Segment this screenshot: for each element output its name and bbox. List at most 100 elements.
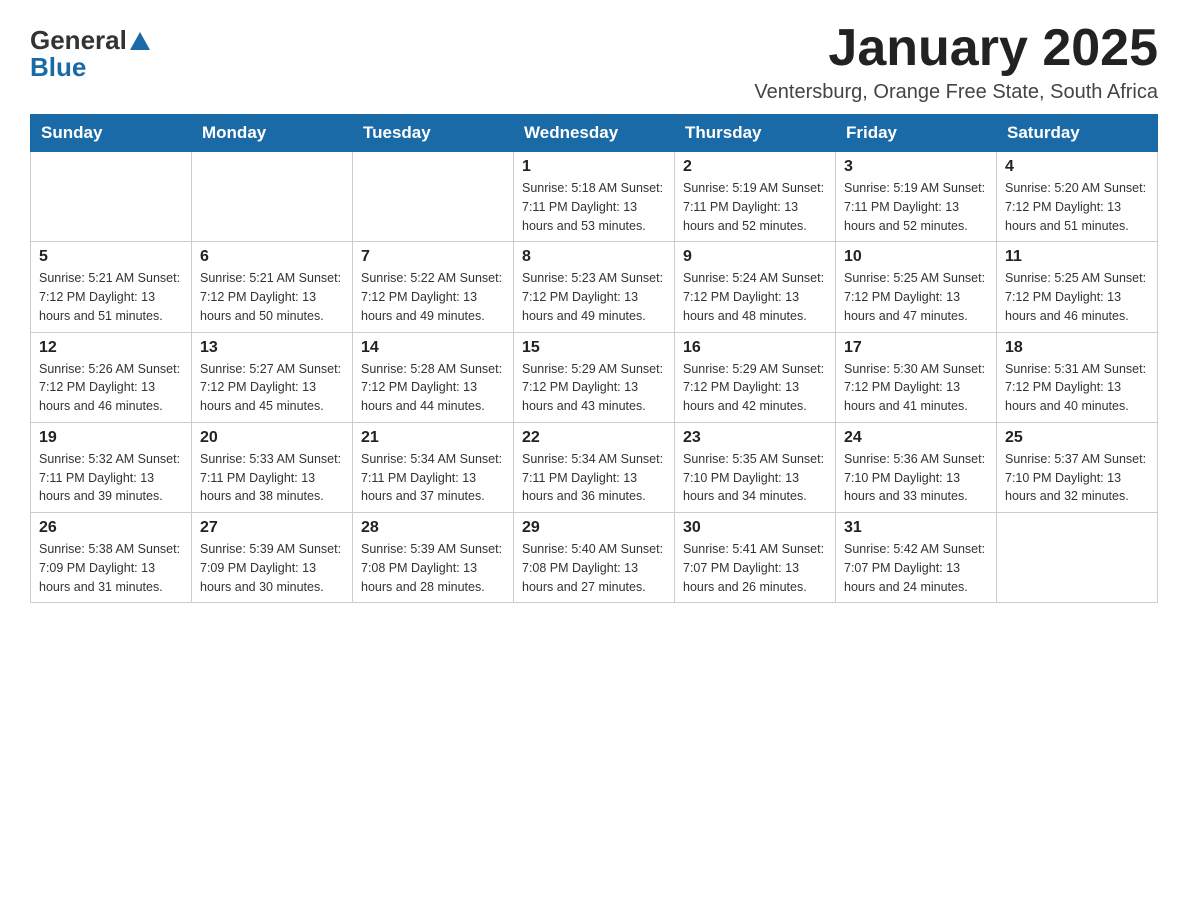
calendar-day-cell: 31 Sunrise: 5:42 AM Sunset: 7:07 PM Dayli… [836,513,997,603]
day-number: 23 [683,429,827,447]
day-number: 16 [683,339,827,357]
day-number: 25 [1005,429,1149,447]
day-of-week-header: Saturday [997,115,1158,152]
day-number: 28 [361,519,505,537]
calendar-week-row: 26 Sunrise: 5:38 AM Sunset: 7:09 PM Dayli… [31,513,1158,603]
day-number: 26 [39,519,183,537]
day-info: Sunrise: 5:34 AM Sunset: 7:11 PM Dayligh… [522,450,666,506]
calendar-day-cell [997,513,1158,603]
day-number: 29 [522,519,666,537]
day-number: 4 [1005,158,1149,176]
calendar-day-cell: 4 Sunrise: 5:20 AM Sunset: 7:12 PM Daylig… [997,152,1158,242]
day-number: 10 [844,248,988,266]
calendar-day-cell [31,152,192,242]
calendar-day-cell: 8 Sunrise: 5:23 AM Sunset: 7:12 PM Daylig… [514,242,675,332]
calendar-week-row: 5Sunrise: 5:21 AM Sunset: 7:12 PM Daylig… [31,242,1158,332]
calendar-day-cell: 26 Sunrise: 5:38 AM Sunset: 7:09 PM Dayli… [31,513,192,603]
calendar-day-cell: 11 Sunrise: 5:25 AM Sunset: 7:12 PM Dayli… [997,242,1158,332]
logo-triangle-icon [130,32,150,50]
day-of-week-header: Thursday [675,115,836,152]
day-number: 6 [200,248,344,266]
calendar-day-cell: 7 Sunrise: 5:22 AM Sunset: 7:12 PM Daylig… [353,242,514,332]
day-info: Sunrise: 5:19 AM Sunset: 7:11 PM Dayligh… [683,179,827,235]
calendar-day-cell: 25 Sunrise: 5:37 AM Sunset: 7:10 PM Dayli… [997,422,1158,512]
calendar-day-cell: 28 Sunrise: 5:39 AM Sunset: 7:08 PM Dayli… [353,513,514,603]
calendar-day-cell: 18 Sunrise: 5:31 AM Sunset: 7:12 PM Dayli… [997,332,1158,422]
calendar-week-row: 12Sunrise: 5:26 AM Sunset: 7:12 PM Dayli… [31,332,1158,422]
month-title: January 2025 [754,20,1158,77]
calendar-day-cell [192,152,353,242]
day-number: 31 [844,519,988,537]
day-of-week-header: Friday [836,115,997,152]
day-info: Sunrise: 5:31 AM Sunset: 7:12 PM Dayligh… [1005,360,1149,416]
day-of-week-header: Sunday [31,115,192,152]
day-number: 3 [844,158,988,176]
day-number: 9 [683,248,827,266]
day-info: Sunrise: 5:41 AM Sunset: 7:07 PM Dayligh… [683,540,827,596]
calendar-day-cell: 20 Sunrise: 5:33 AM Sunset: 7:11 PM Dayli… [192,422,353,512]
calendar-day-cell: 3 Sunrise: 5:19 AM Sunset: 7:11 PM Daylig… [836,152,997,242]
day-info: Sunrise: 5:32 AM Sunset: 7:11 PM Dayligh… [39,450,183,506]
day-info: Sunrise: 5:38 AM Sunset: 7:09 PM Dayligh… [39,540,183,596]
calendar-week-row: 1Sunrise: 5:18 AM Sunset: 7:11 PM Daylig… [31,152,1158,242]
day-number: 15 [522,339,666,357]
day-of-week-header: Monday [192,115,353,152]
calendar-day-cell: 9Sunrise: 5:24 AM Sunset: 7:12 PM Daylig… [675,242,836,332]
title-area: January 2025 Ventersburg, Orange Free St… [754,20,1158,104]
calendar-day-cell: 16 Sunrise: 5:29 AM Sunset: 7:12 PM Dayli… [675,332,836,422]
day-number: 11 [1005,248,1149,266]
calendar-day-cell: 15Sunrise: 5:29 AM Sunset: 7:12 PM Dayli… [514,332,675,422]
day-number: 21 [361,429,505,447]
calendar-day-cell: 24 Sunrise: 5:36 AM Sunset: 7:10 PM Dayli… [836,422,997,512]
day-info: Sunrise: 5:20 AM Sunset: 7:12 PM Dayligh… [1005,179,1149,235]
calendar-header-row: SundayMondayTuesdayWednesdayThursdayFrid… [31,115,1158,152]
page-header: General Blue January 2025 Ventersburg, O… [30,20,1158,104]
day-number: 18 [1005,339,1149,357]
calendar-day-cell: 10 Sunrise: 5:25 AM Sunset: 7:12 PM Dayli… [836,242,997,332]
day-info: Sunrise: 5:42 AM Sunset: 7:07 PM Dayligh… [844,540,988,596]
logo-blue-text: Blue [30,52,86,83]
day-info: Sunrise: 5:36 AM Sunset: 7:10 PM Dayligh… [844,450,988,506]
day-info: Sunrise: 5:39 AM Sunset: 7:08 PM Dayligh… [361,540,505,596]
day-number: 8 [522,248,666,266]
calendar-day-cell: 23 Sunrise: 5:35 AM Sunset: 7:10 PM Dayli… [675,422,836,512]
day-info: Sunrise: 5:25 AM Sunset: 7:12 PM Dayligh… [1005,269,1149,325]
day-of-week-header: Tuesday [353,115,514,152]
day-info: Sunrise: 5:37 AM Sunset: 7:10 PM Dayligh… [1005,450,1149,506]
day-info: Sunrise: 5:27 AM Sunset: 7:12 PM Dayligh… [200,360,344,416]
day-number: 12 [39,339,183,357]
day-of-week-header: Wednesday [514,115,675,152]
calendar-day-cell: 6Sunrise: 5:21 AM Sunset: 7:12 PM Daylig… [192,242,353,332]
calendar-day-cell: 14 Sunrise: 5:28 AM Sunset: 7:12 PM Dayli… [353,332,514,422]
day-info: Sunrise: 5:28 AM Sunset: 7:12 PM Dayligh… [361,360,505,416]
day-info: Sunrise: 5:39 AM Sunset: 7:09 PM Dayligh… [200,540,344,596]
calendar-table: SundayMondayTuesdayWednesdayThursdayFrid… [30,114,1158,603]
day-info: Sunrise: 5:33 AM Sunset: 7:11 PM Dayligh… [200,450,344,506]
day-number: 5 [39,248,183,266]
day-info: Sunrise: 5:25 AM Sunset: 7:12 PM Dayligh… [844,269,988,325]
day-info: Sunrise: 5:18 AM Sunset: 7:11 PM Dayligh… [522,179,666,235]
calendar-day-cell: 2 Sunrise: 5:19 AM Sunset: 7:11 PM Daylig… [675,152,836,242]
calendar-day-cell [353,152,514,242]
calendar-day-cell: 1Sunrise: 5:18 AM Sunset: 7:11 PM Daylig… [514,152,675,242]
day-info: Sunrise: 5:19 AM Sunset: 7:11 PM Dayligh… [844,179,988,235]
day-number: 19 [39,429,183,447]
calendar-day-cell: 5Sunrise: 5:21 AM Sunset: 7:12 PM Daylig… [31,242,192,332]
day-info: Sunrise: 5:23 AM Sunset: 7:12 PM Dayligh… [522,269,666,325]
calendar-day-cell: 13Sunrise: 5:27 AM Sunset: 7:12 PM Dayli… [192,332,353,422]
day-number: 24 [844,429,988,447]
day-number: 7 [361,248,505,266]
day-info: Sunrise: 5:22 AM Sunset: 7:12 PM Dayligh… [361,269,505,325]
calendar-day-cell: 29 Sunrise: 5:40 AM Sunset: 7:08 PM Dayli… [514,513,675,603]
calendar-day-cell: 21 Sunrise: 5:34 AM Sunset: 7:11 PM Dayli… [353,422,514,512]
day-number: 2 [683,158,827,176]
day-info: Sunrise: 5:34 AM Sunset: 7:11 PM Dayligh… [361,450,505,506]
day-info: Sunrise: 5:40 AM Sunset: 7:08 PM Dayligh… [522,540,666,596]
day-info: Sunrise: 5:35 AM Sunset: 7:10 PM Dayligh… [683,450,827,506]
day-number: 14 [361,339,505,357]
day-number: 22 [522,429,666,447]
day-info: Sunrise: 5:29 AM Sunset: 7:12 PM Dayligh… [683,360,827,416]
calendar-day-cell: 22 Sunrise: 5:34 AM Sunset: 7:11 PM Dayli… [514,422,675,512]
day-number: 20 [200,429,344,447]
day-number: 27 [200,519,344,537]
